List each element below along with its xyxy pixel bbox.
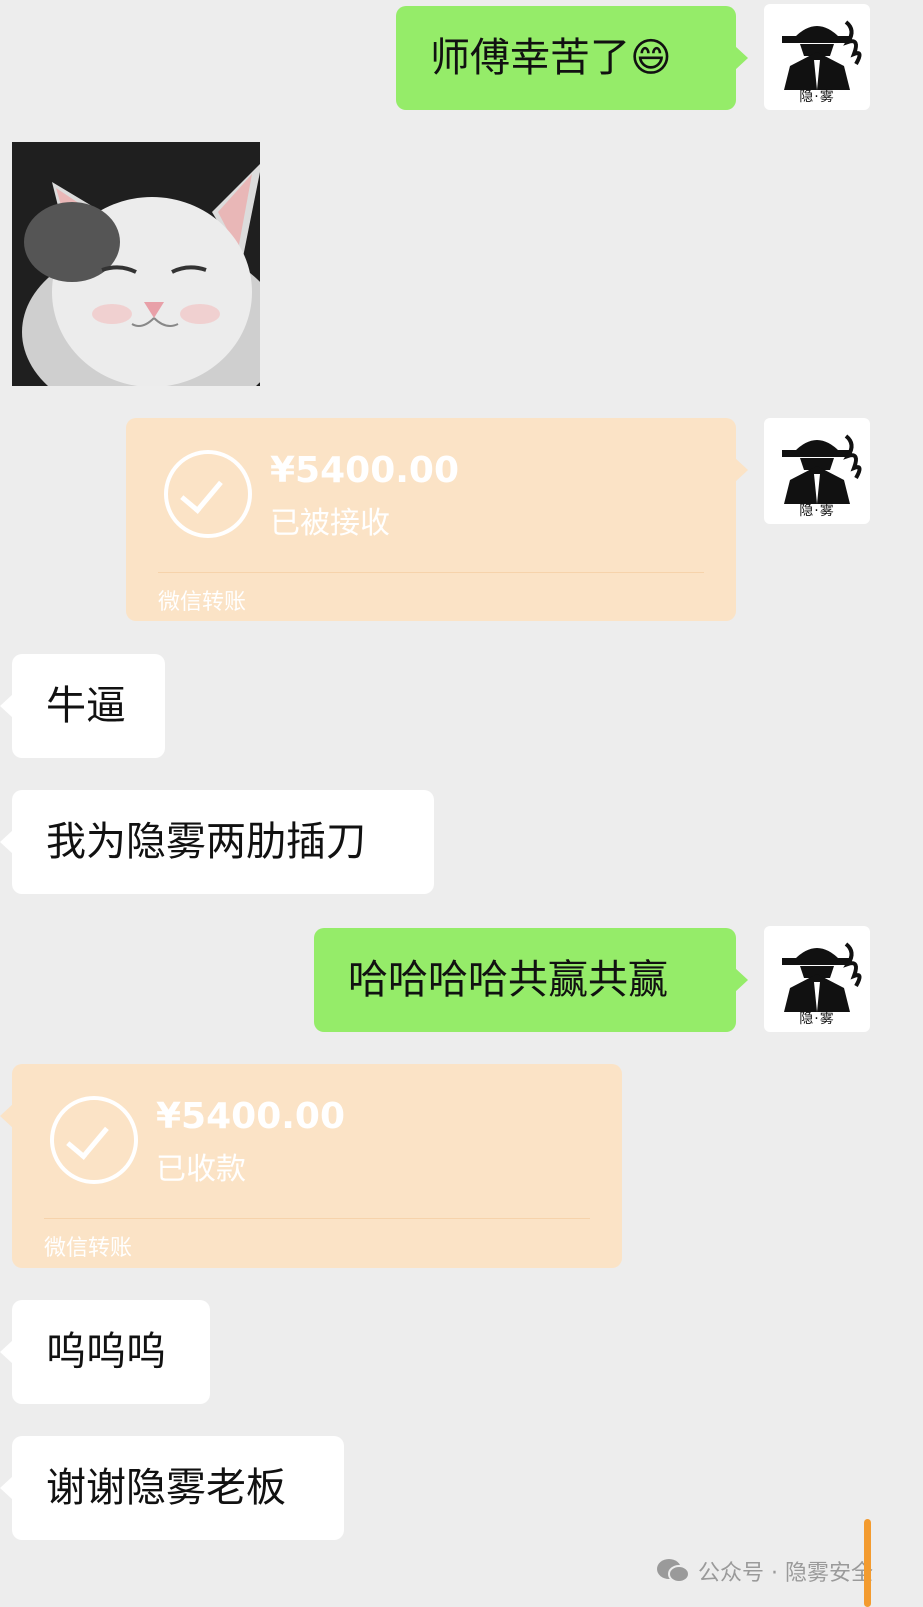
transfer-card-collected[interactable]: ¥5400.00 已收款 微信转账 — [0, 1064, 622, 1268]
transfer-status: 已收款 — [156, 1152, 246, 1187]
transfer-amount: ¥5400.00 — [270, 450, 460, 491]
message-text: 牛逼 — [46, 683, 126, 729]
bubble-tail — [735, 458, 748, 482]
message-bubble-received[interactable]: 牛逼 — [0, 654, 165, 758]
message-bubble-received[interactable]: 呜呜呜 — [0, 1300, 210, 1404]
message-text: 谢谢隐雾老板 — [46, 1465, 286, 1511]
bubble-tail — [0, 1476, 13, 1500]
message-text: 哈哈哈哈共赢共赢 — [348, 957, 668, 1003]
message-bubble-received[interactable]: 我为隐雾两肋插刀 — [0, 790, 434, 894]
transfer-divider — [44, 1218, 590, 1219]
message-bubble-sent[interactable]: 师傅幸苦了😄 — [396, 6, 748, 110]
transfer-divider — [158, 572, 704, 573]
cat-sticker-image[interactable] — [12, 142, 260, 386]
bubble-tail — [0, 1340, 13, 1364]
bubble-tail — [0, 694, 13, 718]
bubble-tail — [735, 46, 748, 70]
spy-hat-icon — [782, 942, 862, 1012]
spy-hat-icon — [782, 434, 862, 504]
avatar[interactable]: 隐·雾 — [764, 926, 870, 1032]
avatar[interactable]: 隐·雾 — [764, 4, 870, 110]
wechat-icon — [657, 1559, 691, 1583]
transfer-status: 已被接收 — [270, 506, 390, 541]
message-text: 呜呜呜 — [46, 1329, 166, 1375]
avatar-label: 隐·雾 — [799, 503, 835, 519]
cat-face-icon — [12, 142, 260, 386]
transfer-card-received[interactable]: ¥5400.00 已被接收 微信转账 — [126, 418, 748, 621]
bubble-tail — [0, 1104, 13, 1128]
message-bubble-received[interactable]: 谢谢隐雾老板 — [0, 1436, 344, 1540]
spy-hat-icon — [782, 20, 862, 90]
avatar-label: 隐·雾 — [799, 89, 835, 105]
bubble-tail — [0, 830, 13, 854]
check-circle-icon — [164, 450, 252, 538]
watermark-text: 公众号 · 隐雾安全 — [698, 1561, 873, 1586]
scroll-indicator[interactable] — [864, 1519, 871, 1607]
transfer-amount: ¥5400.00 — [156, 1096, 346, 1137]
watermark: 公众号 · 隐雾安全 — [656, 1555, 873, 1587]
avatar[interactable]: 隐·雾 — [764, 418, 870, 524]
avatar-label: 隐·雾 — [799, 1011, 835, 1027]
check-circle-icon — [50, 1096, 138, 1184]
transfer-footer: 微信转账 — [158, 590, 247, 615]
bubble-tail — [735, 968, 748, 992]
transfer-footer: 微信转账 — [44, 1236, 133, 1261]
message-text: 师傅幸苦了😄 — [430, 35, 672, 81]
message-bubble-sent[interactable]: 哈哈哈哈共赢共赢 — [314, 928, 748, 1032]
message-text: 我为隐雾两肋插刀 — [46, 819, 366, 865]
